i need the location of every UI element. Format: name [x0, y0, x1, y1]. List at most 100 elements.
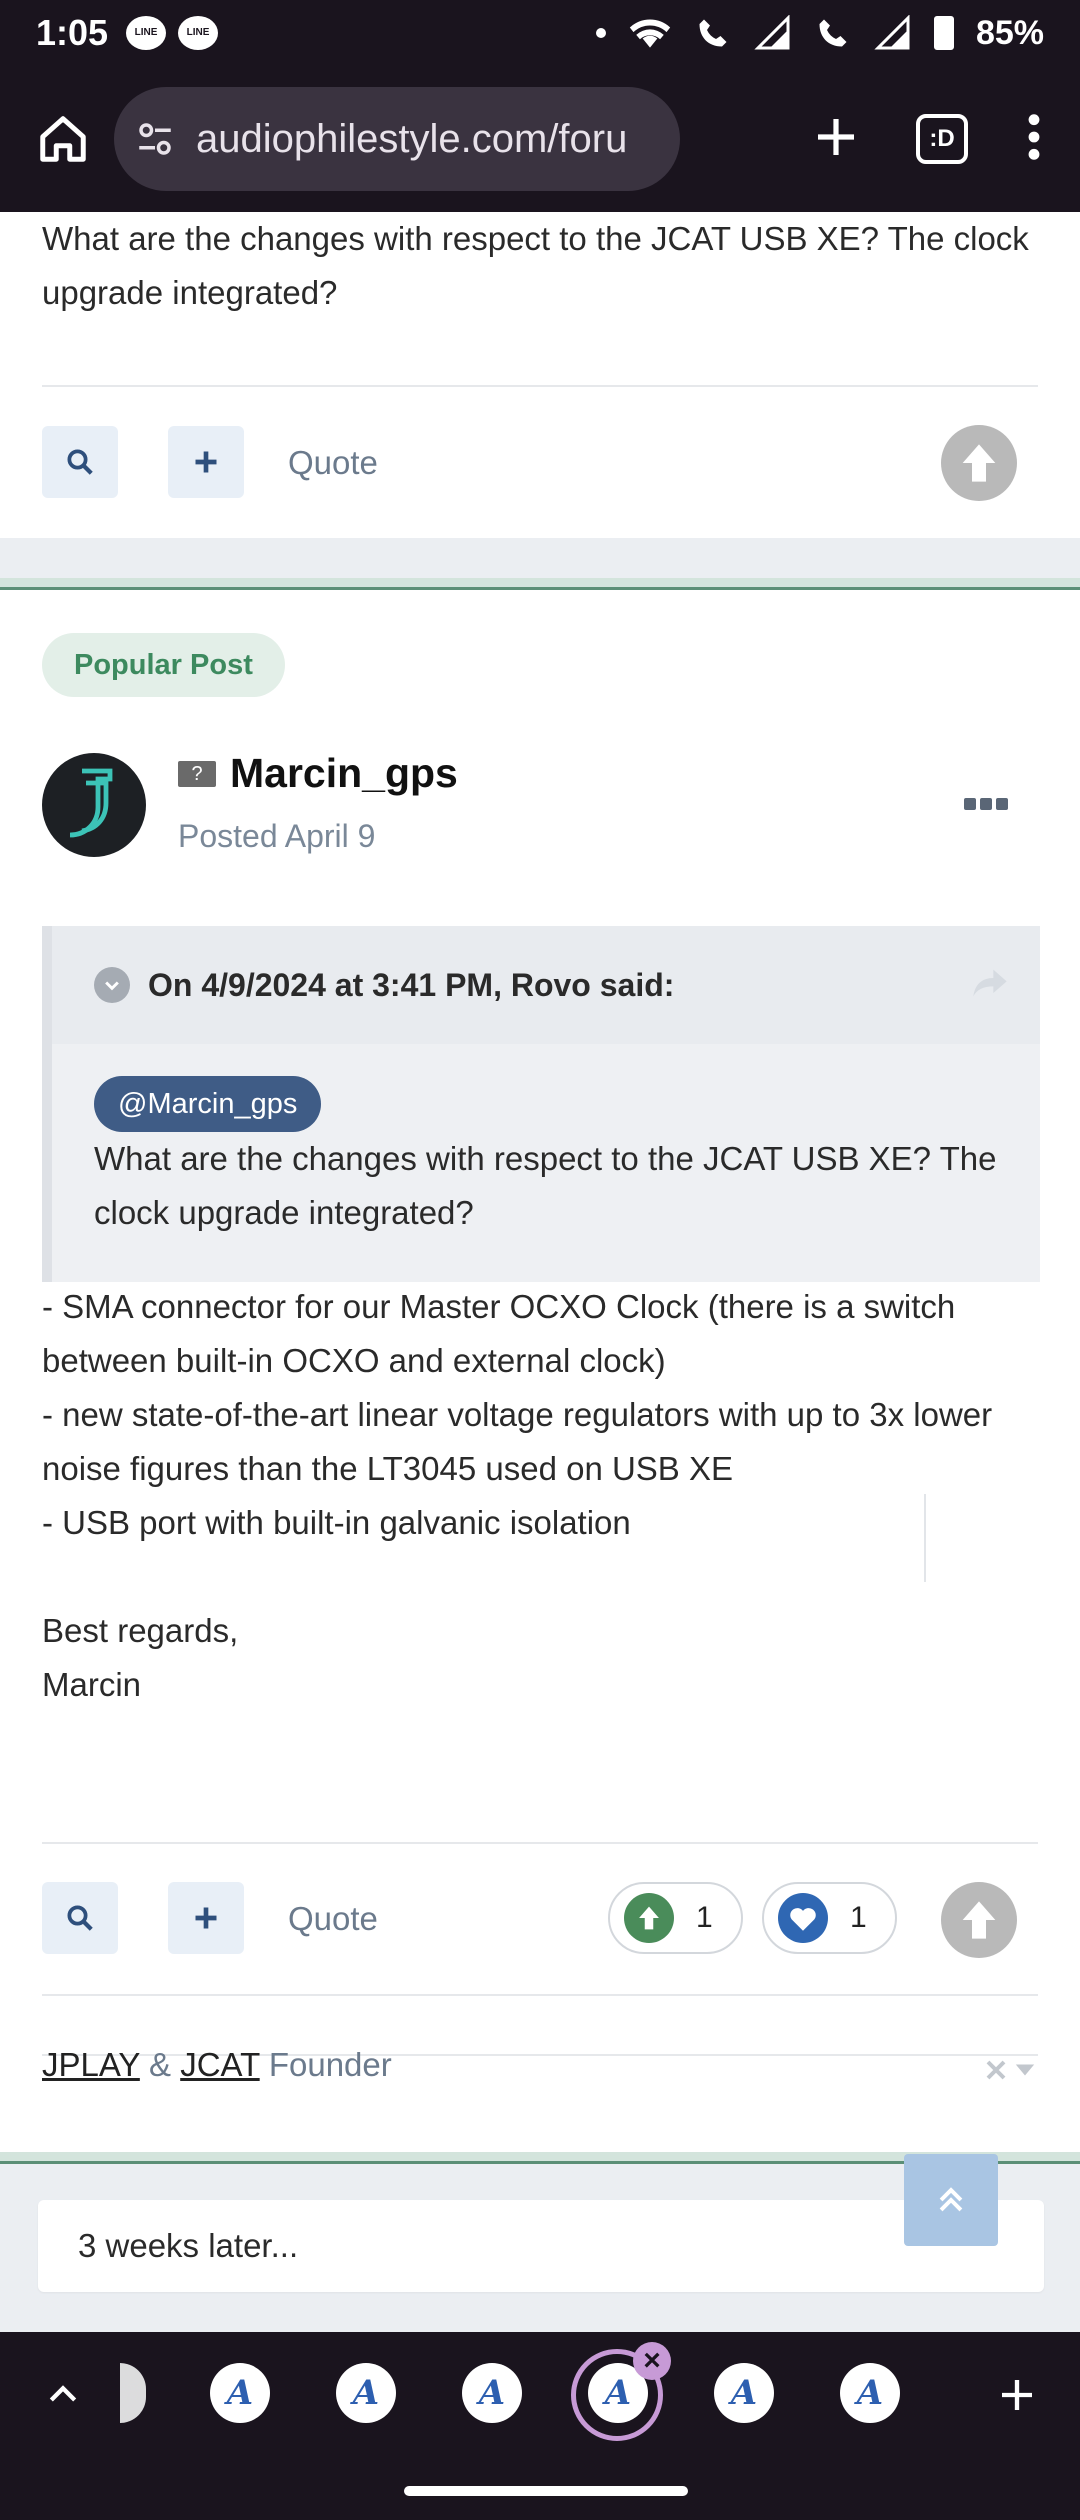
post-separator	[0, 578, 1080, 590]
browser-toolbar: audiophilestyle.com/foru :D	[0, 66, 1080, 212]
chevron-up-icon	[939, 2187, 963, 2212]
signal-icon	[874, 15, 910, 50]
scroll-to-top-button[interactable]	[904, 2154, 998, 2246]
quote-citation: On 4/9/2024 at 3:41 PM, Rovo said:	[148, 966, 675, 1003]
wifi-call-icon	[699, 19, 727, 47]
previous-post-text: What are the changes with respect to the…	[42, 220, 1029, 311]
time-gap-notice: 3 weeks later...	[38, 2200, 1044, 2292]
post-line: - USB port with built-in galvanic isolat…	[42, 1504, 631, 1541]
search-button[interactable]	[42, 1882, 118, 1954]
wifi-icon	[629, 19, 671, 48]
divider	[42, 1842, 1038, 1844]
avatar[interactable]	[42, 753, 146, 857]
author-row: ? Marcin_gps	[178, 750, 458, 797]
upvote-reaction[interactable]: 1	[608, 1882, 743, 1954]
close-icon	[986, 2060, 1006, 2080]
signature: JPLAY & JCAT Founder	[42, 2046, 392, 2084]
signature-link-jplay[interactable]: JPLAY	[42, 2046, 140, 2083]
jcat-logo-icon	[69, 768, 113, 838]
post-line: Best regards,	[42, 1612, 239, 1649]
status-bar: 1:05 LINE LINE 85%	[0, 0, 1080, 66]
tune-icon[interactable]	[134, 118, 176, 160]
line-notification-icon: LINE	[178, 16, 219, 50]
signal-icon	[754, 15, 790, 50]
quote-button[interactable]: Quote	[288, 1900, 378, 1938]
tab-switcher-button[interactable]: :D	[916, 114, 968, 164]
menu-icon	[1028, 113, 1040, 160]
chevron-down-icon	[1015, 2064, 1035, 2076]
tab-thumb[interactable]: A	[462, 2363, 522, 2423]
menu-button[interactable]	[1024, 111, 1044, 168]
new-tab-icon	[818, 118, 854, 155]
tab-thumb[interactable]: A	[210, 2363, 270, 2423]
tab-thumb[interactable]: A	[840, 2363, 900, 2423]
like-reaction[interactable]: 1	[762, 1882, 897, 1954]
chevron-down-icon[interactable]	[94, 967, 130, 1003]
home-gesture-pill[interactable]	[404, 2486, 688, 2496]
more-options-button[interactable]	[964, 798, 1008, 810]
address-bar[interactable]: audiophilestyle.com/foru	[114, 87, 680, 191]
divider	[924, 1494, 926, 1582]
post-line: - SMA connector for our Master OCXO Cloc…	[42, 1288, 956, 1379]
tab-thumb-partial[interactable]	[120, 2363, 146, 2423]
battery-icon	[933, 16, 954, 50]
previous-post: What are the changes with respect to the…	[0, 212, 1080, 538]
new-tab-button[interactable]	[812, 113, 860, 166]
post-card: Popular Post ? Marcin_gps Posted April 9…	[0, 590, 1080, 2162]
status-time: 1:05	[36, 12, 109, 53]
tab-thumb[interactable]: A	[714, 2363, 774, 2423]
multiquote-button[interactable]	[168, 426, 244, 498]
rank-badge: ?	[178, 760, 216, 787]
chevron-up-icon	[49, 2385, 77, 2402]
divider	[42, 1994, 1038, 1996]
multiquote-button[interactable]	[168, 1882, 244, 1954]
quote-text: What are the changes with respect to the…	[94, 1140, 997, 1231]
wifi-call-icon	[819, 19, 847, 47]
plus-icon	[195, 451, 217, 473]
divider	[42, 385, 1038, 387]
posted-prefix: Posted	[178, 818, 278, 854]
plus-icon	[1002, 2380, 1032, 2410]
page-content: What are the changes with respect to the…	[0, 212, 1080, 2332]
dot-icon	[595, 28, 606, 38]
tab-strip-collapse-button[interactable]	[28, 2360, 98, 2430]
search-icon	[67, 1905, 93, 1931]
close-icon[interactable]: ×	[633, 2342, 671, 2380]
upvote-icon	[624, 1893, 674, 1943]
quote-header: On 4/9/2024 at 3:41 PM, Rovo said:	[52, 926, 1040, 1044]
upvote-icon	[962, 1901, 996, 1939]
post-line	[42, 1550, 1042, 1604]
url-text: audiophilestyle.com/foru	[196, 116, 628, 161]
posted-date-link[interactable]: April 9	[285, 818, 376, 854]
signature-link-jcat[interactable]: JCAT	[180, 2046, 259, 2083]
line-notification-icon: LINE	[126, 16, 167, 50]
post-date: Posted April 9	[178, 818, 375, 855]
like-count: 1	[850, 1901, 867, 1934]
tab-strip: A A A A × A A	[0, 2332, 1080, 2458]
popular-post-badge: Popular Post	[42, 633, 285, 697]
upvote-button[interactable]	[941, 1882, 1017, 1958]
post-line: - new state-of-the-art linear voltage re…	[42, 1396, 993, 1487]
author-name[interactable]: Marcin_gps	[230, 750, 458, 797]
system-nav-bar	[0, 2458, 1080, 2520]
new-tab-button[interactable]	[982, 2360, 1052, 2430]
upvote-button[interactable]	[941, 425, 1017, 501]
search-button[interactable]	[42, 426, 118, 498]
mention-tag[interactable]: @Marcin_gps	[94, 1076, 322, 1132]
upvote-icon	[962, 444, 996, 482]
post-body: - SMA connector for our Master OCXO Cloc…	[42, 1280, 1042, 1712]
share-icon[interactable]	[970, 966, 1010, 1005]
signature-suffix: Founder	[268, 2046, 392, 2083]
plus-icon	[195, 1907, 217, 1929]
home-button[interactable]	[24, 100, 102, 178]
upvote-count: 1	[696, 1901, 713, 1934]
quote-button[interactable]: Quote	[288, 444, 378, 482]
search-icon	[67, 449, 93, 475]
signature-options[interactable]	[984, 2058, 1036, 2082]
heart-icon	[778, 1893, 828, 1943]
quote-block: On 4/9/2024 at 3:41 PM, Rovo said: @Marc…	[42, 926, 1040, 1282]
battery-level: 85%	[975, 13, 1044, 52]
tab-thumb[interactable]: A	[336, 2363, 396, 2423]
signature-amp: &	[149, 2046, 172, 2083]
home-icon	[40, 116, 86, 162]
